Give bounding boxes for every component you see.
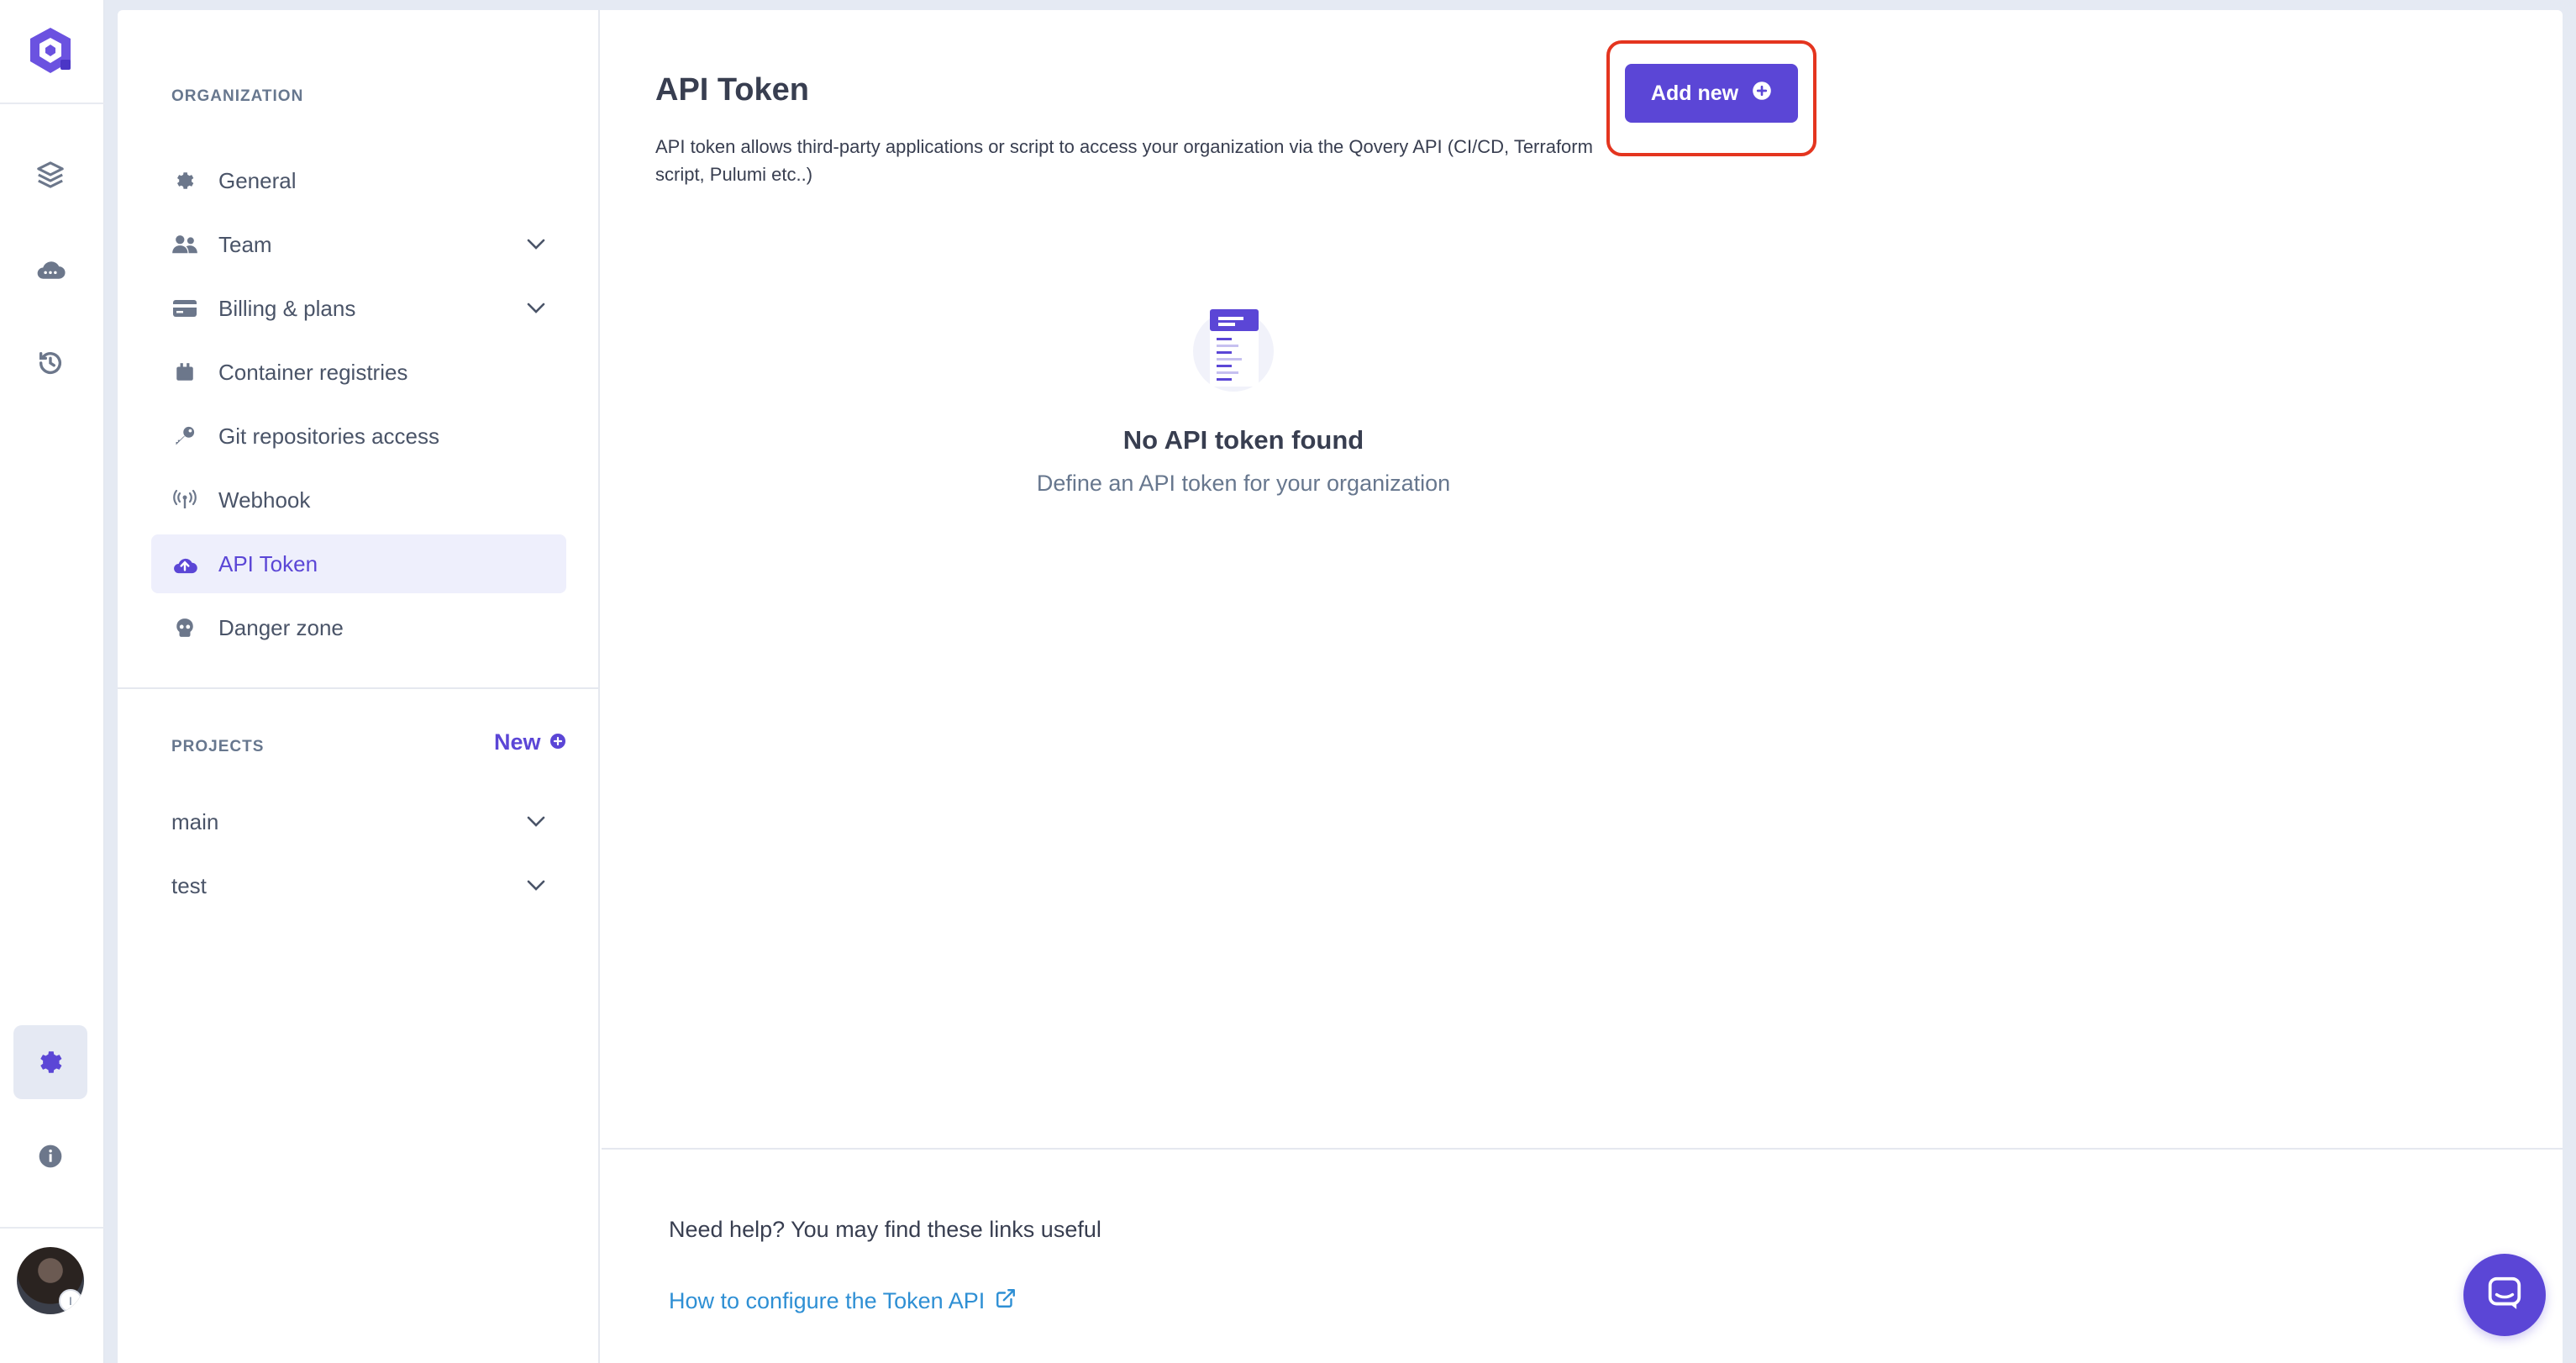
sidebar-divider (118, 687, 598, 689)
qovery-logo-icon[interactable] (20, 22, 81, 79)
help-title: Need help? You may find these links usef… (669, 1217, 1101, 1242)
rail-divider (0, 103, 104, 104)
sidebar-item-webhook[interactable]: Webhook (151, 471, 566, 529)
add-new-label: Add new (1650, 81, 1739, 105)
new-project-button[interactable]: New (494, 729, 566, 755)
icon-rail: I (0, 0, 104, 1363)
plus-circle-icon (549, 729, 566, 755)
project-label: test (171, 872, 207, 898)
info-icon[interactable] (13, 1119, 87, 1193)
sidebar-item-label: API Token (218, 550, 318, 576)
sidebar-item-label: Git repositories access (218, 423, 439, 449)
new-project-label: New (494, 729, 541, 755)
project-item-test[interactable]: test (171, 860, 566, 911)
main-frame: ORGANIZATION General Team Billing & plan… (118, 10, 2563, 1363)
gear-icon (171, 167, 198, 194)
rail-divider (0, 1227, 104, 1229)
cloud-upload-icon (171, 550, 198, 577)
settings-gear-icon[interactable] (13, 1025, 87, 1099)
sidebar-item-label: Team (218, 231, 272, 257)
box-icon (171, 359, 198, 386)
key-icon (171, 423, 198, 450)
sidebar-item-label: Billing & plans (218, 295, 356, 321)
project-item-main[interactable]: main (171, 797, 566, 847)
cloud-icon[interactable] (13, 232, 87, 306)
chevron-down-icon[interactable] (519, 228, 553, 261)
sidebar-item-label: General (218, 167, 297, 193)
credit-card-icon (171, 295, 198, 322)
empty-state-document-icon (1183, 292, 1284, 393)
history-icon[interactable] (13, 326, 87, 400)
page-title: API Token (655, 72, 809, 108)
users-icon (171, 231, 198, 258)
chevron-down-icon[interactable] (519, 292, 553, 325)
sidebar-item-label: Container registries (218, 359, 408, 385)
sidebar-item-container-registries[interactable]: Container registries (151, 343, 566, 402)
sidebar-item-billing[interactable]: Billing & plans (151, 279, 566, 338)
user-avatar[interactable]: I (17, 1247, 84, 1314)
sidebar-item-danger-zone[interactable]: Danger zone (151, 598, 566, 657)
sidebar-item-general[interactable]: General (151, 151, 566, 210)
sidebar-item-team[interactable]: Team (151, 215, 566, 274)
sidebar-item-api-token[interactable]: API Token (151, 534, 566, 593)
plus-circle-icon (1752, 81, 1772, 107)
broadcast-icon (171, 487, 198, 513)
empty-state-title: No API token found (1122, 425, 1364, 455)
chevron-down-icon[interactable] (519, 869, 553, 903)
layers-icon[interactable] (13, 138, 87, 212)
chat-icon (2486, 1275, 2523, 1316)
avatar-badge: I (59, 1289, 82, 1313)
page-description: API token allows third-party application… (655, 136, 1593, 185)
chevron-down-icon[interactable] (519, 805, 553, 839)
help-link-label: How to configure the Token API (669, 1288, 986, 1313)
settings-sidebar: ORGANIZATION General Team Billing & plan… (118, 10, 600, 1363)
sidebar-item-label: Danger zone (218, 614, 344, 640)
help-divider (602, 1148, 2563, 1150)
projects-section-title: PROJECTS (171, 738, 265, 755)
sidebar-item-label: Webhook (218, 487, 311, 513)
project-label: main (171, 808, 219, 834)
content-area: API Token API token allows third-party a… (602, 10, 2563, 1363)
empty-state-subtitle: Define an API token for your organizatio… (1036, 471, 1451, 496)
external-link-icon (995, 1287, 1017, 1315)
token-api-help-link[interactable]: How to configure the Token API (669, 1287, 1017, 1315)
skull-icon (171, 614, 198, 641)
chat-support-button[interactable] (2463, 1254, 2546, 1336)
add-new-button[interactable]: Add new (1625, 64, 1798, 123)
organization-section-title: ORGANIZATION (171, 87, 304, 105)
sidebar-item-git-repositories[interactable]: Git repositories access (151, 407, 566, 466)
